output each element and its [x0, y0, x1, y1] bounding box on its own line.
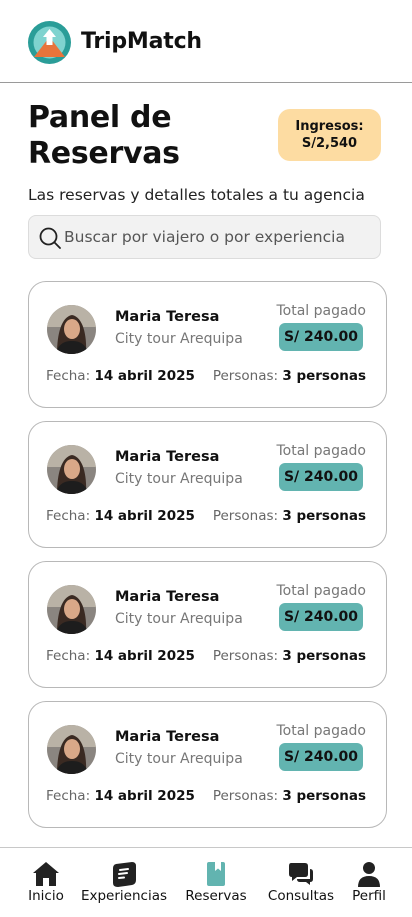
people-value: 3 personas: [282, 788, 366, 804]
total-paid-label: Total pagado: [276, 303, 366, 319]
tour-name: City tour Arequipa: [115, 331, 243, 347]
home-icon: [33, 862, 59, 886]
people-row: Personas: 3 personas: [213, 368, 366, 384]
page-subtitle: Las reservas y detalles totales a tu age…: [28, 186, 365, 204]
amount-badge: S/ 240.00: [279, 463, 363, 491]
date-value: 14 abril 2025: [94, 648, 195, 664]
book-icon: [207, 862, 225, 886]
nav-label-perfil: Perfil: [352, 888, 386, 904]
tour-name: City tour Arequipa: [115, 611, 243, 627]
avatar: [47, 445, 96, 494]
people-label: Personas:: [212, 648, 279, 664]
people-label: Personas:: [212, 508, 279, 524]
search-bar[interactable]: [28, 215, 381, 259]
reservation-card[interactable]: Maria Teresa City tour Arequipa Total pa…: [28, 701, 387, 828]
page-title: Panel de Reservas: [28, 100, 180, 171]
people-row: Personas: 3 personas: [213, 648, 366, 664]
reservation-card[interactable]: Maria Teresa City tour Arequipa Total pa…: [28, 421, 387, 548]
date-value: 14 abril 2025: [94, 788, 195, 804]
search-input[interactable]: [64, 216, 376, 258]
nav-item-experiencias[interactable]: Experiencias: [78, 848, 170, 917]
search-icon: [39, 227, 61, 249]
traveler-name: Maria Teresa: [115, 729, 220, 745]
people-label: Personas:: [212, 788, 279, 804]
nav-item-perfil[interactable]: Perfil: [346, 848, 392, 917]
total-paid-label: Total pagado: [276, 443, 366, 459]
traveler-name: Maria Teresa: [115, 449, 220, 465]
income-badge: Ingresos: S/2,540: [278, 109, 381, 161]
total-paid-label: Total pagado: [276, 583, 366, 599]
date-label: Fecha:: [46, 508, 91, 524]
avatar: [47, 305, 96, 354]
chat-icon: [289, 863, 313, 885]
people-value: 3 personas: [282, 508, 366, 524]
date-value: 14 abril 2025: [94, 508, 195, 524]
amount-badge: S/ 240.00: [279, 743, 363, 771]
nav-item-consultas[interactable]: Consultas: [262, 848, 340, 917]
tour-name: City tour Arequipa: [115, 471, 243, 487]
amount-badge: S/ 240.00: [279, 323, 363, 351]
user-icon: [358, 862, 380, 887]
traveler-name: Maria Teresa: [115, 589, 220, 605]
nav-item-reservas[interactable]: Reservas: [180, 848, 252, 917]
people-row: Personas: 3 personas: [213, 788, 366, 804]
app-header: TripMatch: [0, 0, 412, 83]
reservation-card[interactable]: Maria Teresa City tour Arequipa Total pa…: [28, 561, 387, 688]
income-value: S/2,540: [301, 136, 358, 151]
nav-label-experiencias: Experiencias: [80, 888, 168, 904]
amount-badge: S/ 240.00: [279, 603, 363, 631]
people-label: Personas:: [212, 368, 279, 384]
date-label: Fecha:: [46, 648, 91, 664]
tripmatch-logo-icon[interactable]: [28, 21, 71, 64]
people-row: Personas: 3 personas: [213, 508, 366, 524]
date-label: Fecha:: [46, 368, 91, 384]
app-title: TripMatch: [81, 29, 202, 54]
reservation-card[interactable]: Maria Teresa City tour Arequipa Total pa…: [28, 281, 387, 408]
nav-label-reservas: Reservas: [185, 888, 247, 904]
tour-name: City tour Arequipa: [115, 751, 243, 767]
people-value: 3 personas: [282, 648, 366, 664]
nav-label-consultas: Consultas: [267, 888, 335, 904]
avatar: [47, 585, 96, 634]
date-label: Fecha:: [46, 788, 91, 804]
bottom-nav: Inicio Experiencias Reservas Consultas P…: [0, 847, 412, 917]
date-row: Fecha: 14 abril 2025: [46, 648, 195, 664]
avatar: [47, 725, 96, 774]
income-label: Ingresos:: [295, 119, 364, 134]
date-row: Fecha: 14 abril 2025: [46, 508, 195, 524]
people-value: 3 personas: [282, 368, 366, 384]
ticket-icon: [113, 862, 136, 887]
date-value: 14 abril 2025: [94, 368, 195, 384]
nav-label-inicio: Inicio: [28, 888, 64, 904]
date-row: Fecha: 14 abril 2025: [46, 788, 195, 804]
date-row: Fecha: 14 abril 2025: [46, 368, 195, 384]
traveler-name: Maria Teresa: [115, 309, 220, 325]
total-paid-label: Total pagado: [276, 723, 366, 739]
nav-item-inicio[interactable]: Inicio: [16, 848, 76, 917]
